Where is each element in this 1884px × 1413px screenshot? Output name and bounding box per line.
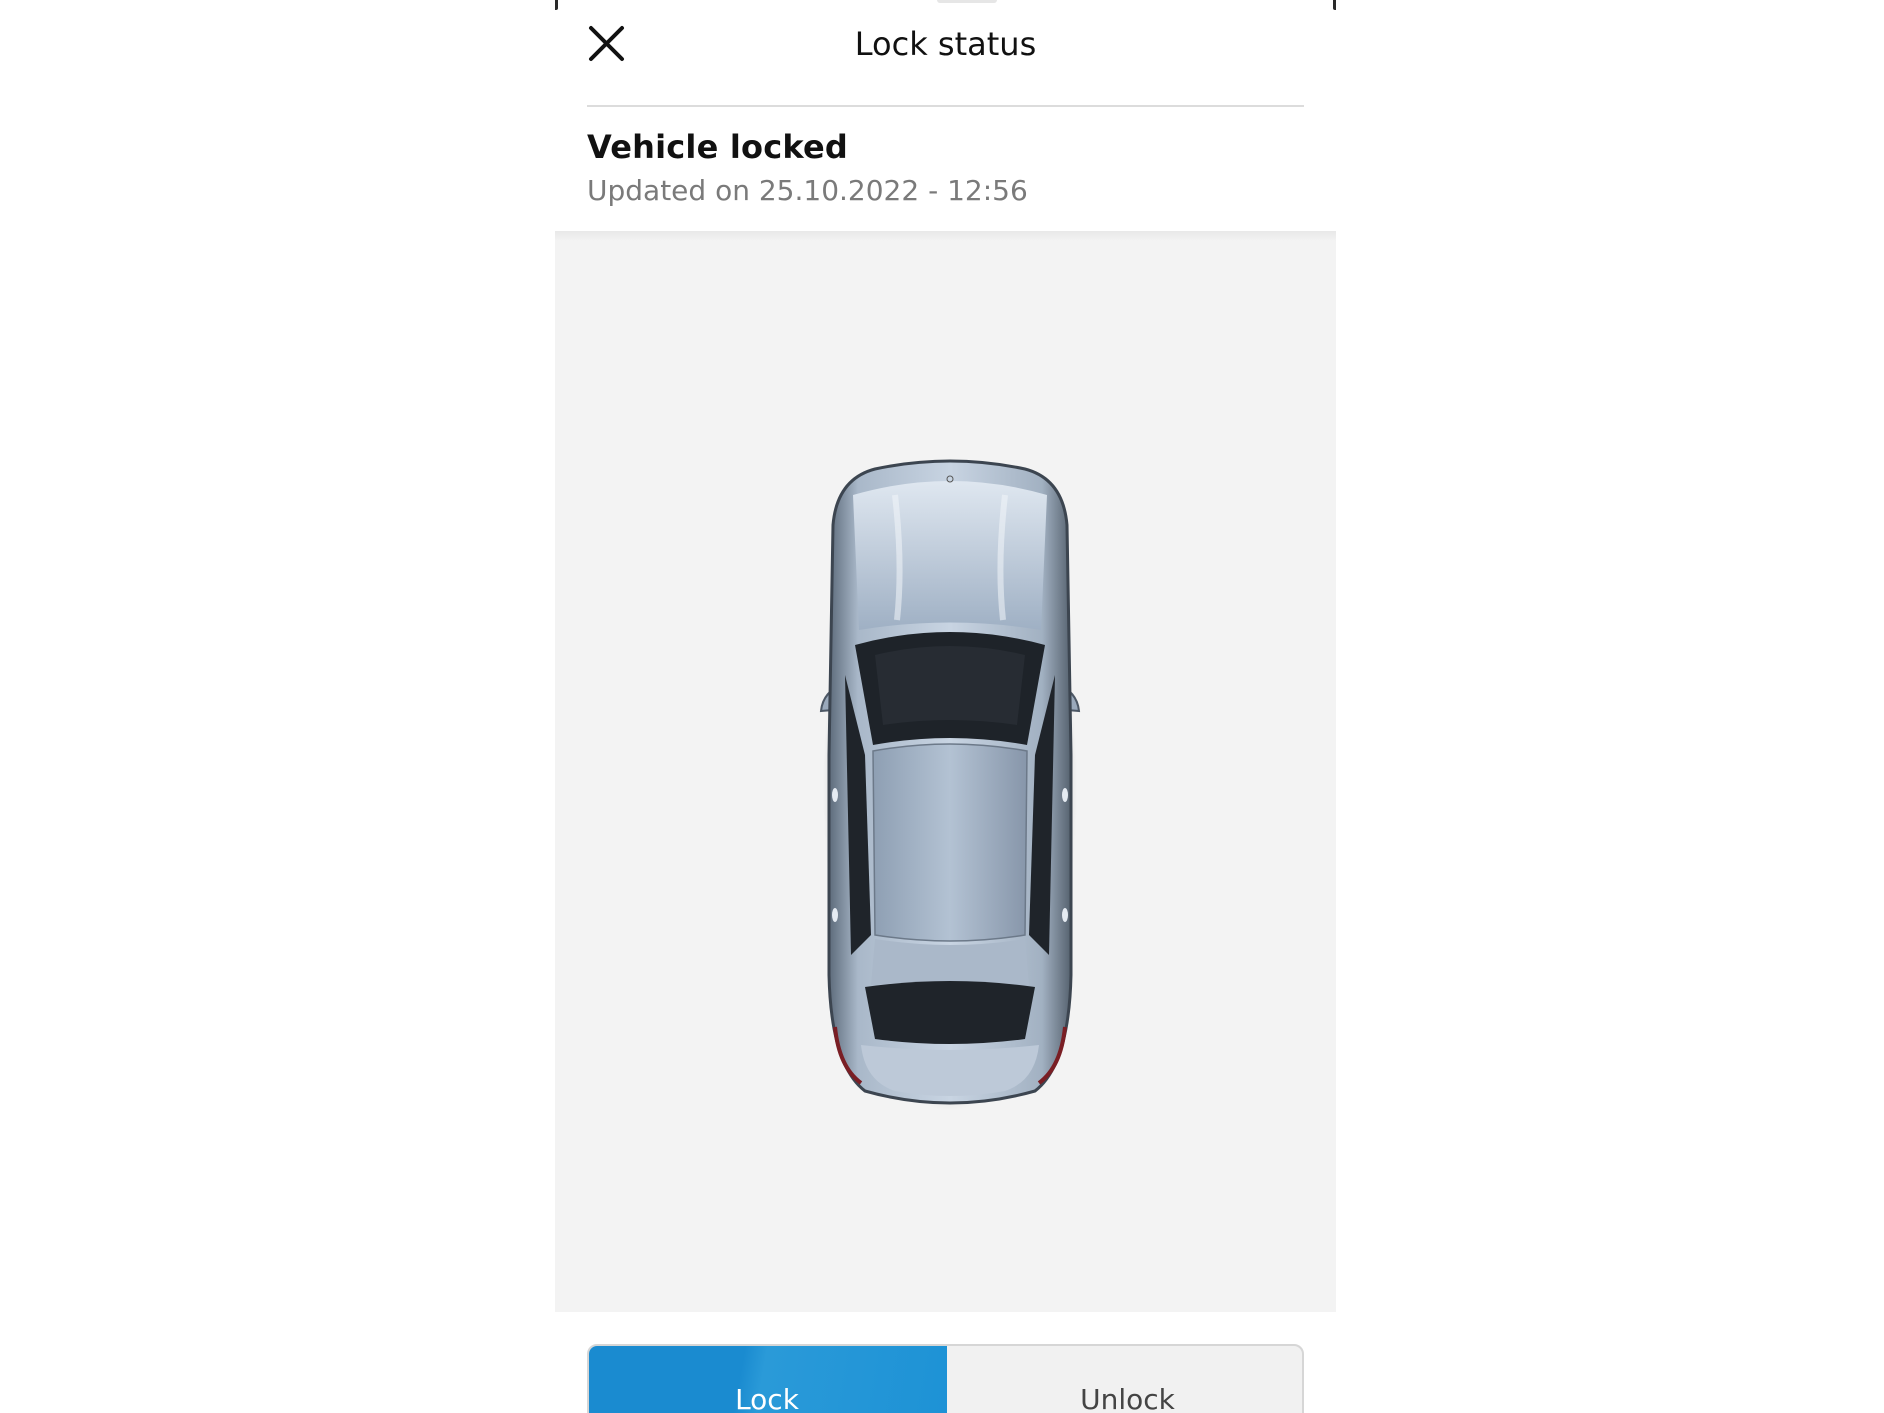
lock-status-screen: Lock status Vehicle locked Updated on 25… (555, 0, 1336, 1413)
header: Lock status (555, 0, 1336, 106)
lock-button[interactable]: Lock (589, 1346, 947, 1413)
page-title: Lock status (854, 25, 1037, 63)
lock-button-label: Lock (735, 1383, 799, 1413)
unlock-button-label: Unlock (1080, 1383, 1175, 1413)
car-top-view-image (819, 459, 1081, 1110)
last-updated-text: Updated on 25.10.2022 - 12:56 (587, 174, 1028, 207)
header-divider (587, 105, 1304, 107)
unlock-button[interactable]: Unlock (947, 1346, 1302, 1413)
lock-status-title: Vehicle locked (587, 128, 849, 166)
lock-unlock-toggle: Lock Unlock (587, 1344, 1304, 1413)
vehicle-view (555, 231, 1336, 1312)
